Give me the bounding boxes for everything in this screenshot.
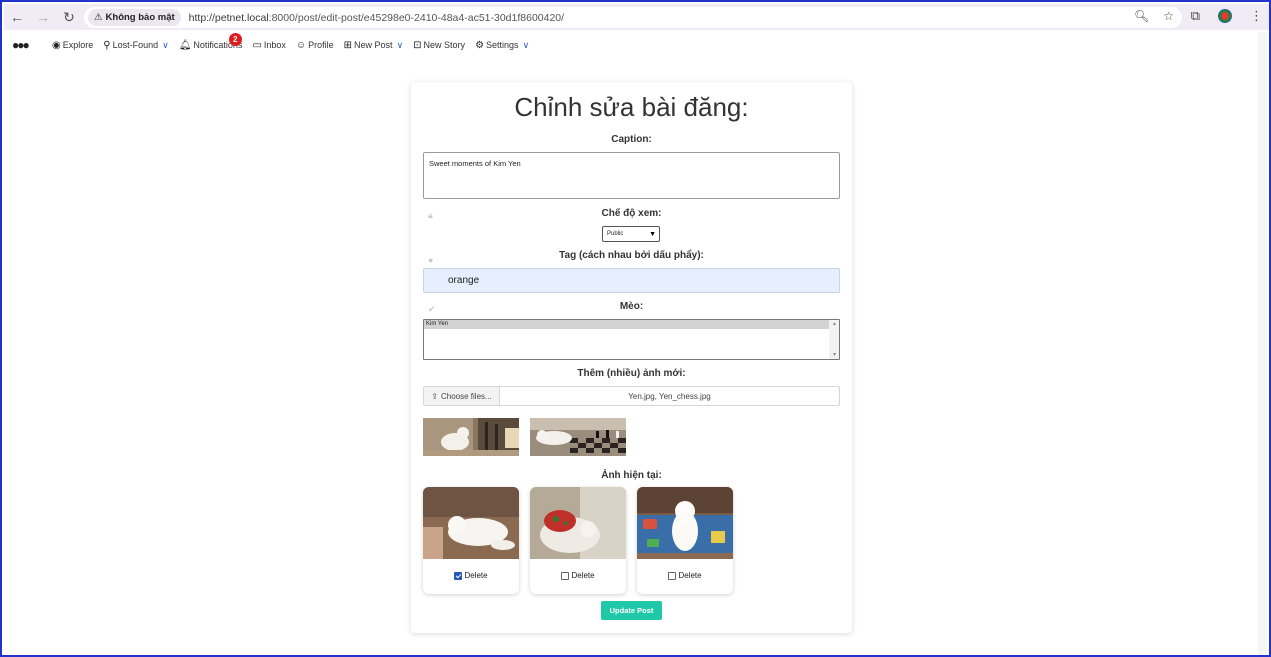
paw-logo-icon[interactable]: ●●● [12, 38, 36, 52]
warning-icon: ⚠ [94, 12, 103, 23]
visibility-label: Chế độ xem: [601, 208, 662, 219]
current-image [423, 487, 519, 559]
edit-post-card: Chỉnh sửa bài đăng: Caption: Sweet momen… [411, 82, 852, 633]
new-images-label: Thêm (nhiều) ảnh mới: [577, 368, 686, 379]
plus-square-icon: ⊞ [343, 39, 353, 51]
chevron-down-icon: ∨ [522, 39, 530, 50]
reload-icon[interactable]: ↻ [56, 4, 82, 30]
profile-avatar-icon[interactable] [1218, 9, 1232, 23]
choose-files-label: Choose files... [441, 391, 492, 401]
zoom-icon[interactable]: 🔍︎ [1134, 9, 1149, 23]
cat-label: Mèo: [619, 301, 644, 312]
delete-checkbox[interactable] [668, 571, 677, 580]
url-path: :8000/post/edit-post/e45298e0-2410-48a4-… [268, 11, 565, 24]
nav-profile-label: Profile [308, 40, 334, 50]
caption-label: Caption: [611, 134, 652, 145]
nav-new-story[interactable]: ⊡ New Story [413, 40, 465, 51]
nav-lost-found[interactable]: ⚲ Lost-Found ∨ [103, 40, 168, 51]
delete-label: Delete [464, 571, 488, 580]
forward-icon[interactable]: → [30, 4, 56, 30]
scroll-up-icon[interactable]: ▲ [832, 321, 837, 327]
current-image-card: Delete [637, 487, 733, 594]
browser-toolbar: ← → ↻ ⚠ Không bảo mật http://petnet.loca… [4, 4, 1269, 30]
current-image [637, 487, 733, 559]
nav-new-story-label: New Story [423, 40, 466, 50]
nav-explore-label: Explore [62, 40, 94, 50]
cat-listbox[interactable]: Kim Yen ▲ ▼ [423, 319, 840, 360]
visibility-select[interactable]: Public ▼ [602, 226, 660, 242]
nav-new-post[interactable]: ⊞ New Post ∨ [344, 40, 404, 51]
url-host: http://petnet.local [188, 11, 269, 24]
delete-toggle[interactable]: Delete [530, 571, 626, 580]
delete-toggle[interactable]: Delete [637, 571, 733, 580]
choose-files-button[interactable]: ⇪ Choose files... [424, 387, 500, 405]
nav-explore[interactable]: ◉ Explore [52, 40, 93, 51]
page-title: Chỉnh sửa bài đăng: [514, 92, 749, 122]
current-image-card: Delete [530, 487, 626, 594]
cat-option[interactable]: Kim Yen [424, 320, 829, 329]
visibility-value: Public [607, 231, 624, 237]
new-image-preview [530, 418, 626, 456]
delete-label: Delete [678, 571, 702, 580]
story-icon: ⊡ [413, 39, 422, 51]
nav-inbox-label: Inbox [263, 40, 286, 50]
chosen-files: Yen.jpg, Yen_chess.jpg [628, 391, 711, 401]
current-image-card: Delete [423, 487, 519, 594]
security-chip[interactable]: ⚠ Không bảo mật [88, 9, 181, 26]
delete-toggle[interactable]: Delete [423, 571, 519, 580]
profile-face-icon: ☺ [295, 39, 307, 51]
chevron-down-icon: ▼ [649, 230, 656, 238]
caption-textarea[interactable]: Sweet moments of Kim Yen [423, 152, 840, 199]
nav-settings[interactable]: ⚙ Settings ∨ [475, 40, 529, 51]
url-text: http://petnet.local:8000/post/edit-post/… [189, 12, 564, 24]
nav-notifications[interactable]: 🔔︎ Notifications 2 [178, 32, 242, 51]
update-post-button[interactable]: Update Post [601, 601, 662, 620]
nav-profile[interactable]: ☺ Profile [296, 40, 334, 51]
bookmark-star-icon[interactable]: ☆ [1163, 9, 1174, 23]
nav-new-post-label: New Post [354, 40, 393, 50]
page-scrollbar[interactable] [1258, 32, 1267, 655]
current-image [530, 487, 626, 559]
chevron-down-icon: ∨ [162, 39, 169, 50]
tag-input[interactable]: orange [423, 268, 840, 293]
search-icon: ⚲ [103, 39, 111, 51]
inbox-icon: ▭ [252, 39, 262, 51]
new-image-preview [423, 418, 519, 456]
security-label: Không bảo mật [105, 12, 175, 23]
current-images-label: Ảnh hiện tại: [601, 470, 662, 481]
nav-settings-label: Settings [486, 40, 519, 50]
gear-icon: ⚙ [475, 39, 485, 51]
app-navbar: ●●● ◉ Explore ⚲ Lost-Found ∨ 🔔︎ Notifica… [4, 32, 1262, 58]
delete-checkbox[interactable] [561, 571, 570, 580]
upload-icon: ⇪ [431, 391, 438, 401]
nav-lost-found-label: Lost-Found [112, 40, 159, 50]
chevron-down-icon: ∨ [396, 39, 404, 50]
nav-inbox[interactable]: ▭ Inbox [252, 40, 285, 51]
scroll-down-icon[interactable]: ▼ [832, 352, 837, 358]
delete-label: Delete [571, 571, 595, 580]
compass-icon: ◉ [52, 39, 61, 51]
back-icon[interactable]: ← [4, 4, 30, 30]
tag-label: Tag (cách nhau bởi dấu phẩy): [559, 250, 704, 261]
address-bar[interactable]: ⚠ Không bảo mật http://petnet.local:8000… [84, 7, 1182, 28]
extensions-icon[interactable]: ⧉ [1191, 8, 1200, 24]
browser-window: ← → ↻ ⚠ Không bảo mật http://petnet.loca… [0, 0, 1271, 657]
delete-checkbox[interactable] [454, 571, 463, 580]
listbox-scrollbar[interactable]: ▲ ▼ [829, 320, 839, 359]
menu-kebab-icon[interactable]: ⋮ [1250, 8, 1263, 24]
notification-badge: 2 [228, 32, 242, 46]
bell-icon: 🔔︎ [178, 39, 192, 51]
file-input[interactable]: ⇪ Choose files... Yen.jpg, Yen_chess.jpg [423, 386, 840, 406]
